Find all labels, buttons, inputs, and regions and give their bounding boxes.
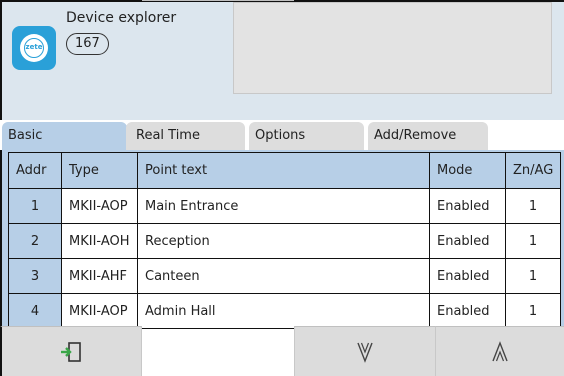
cell-zone: 1 <box>505 223 561 259</box>
column-header-addr[interactable]: Addr <box>8 152 62 189</box>
table-row[interactable]: 1 MKII-AOP Main Entrance Enabled 1 <box>8 188 561 224</box>
cell-zone: 1 <box>505 293 561 329</box>
chevron-up-icon <box>492 340 508 361</box>
scroll-down-button[interactable] <box>294 326 436 376</box>
cell-mode: Enabled <box>429 258 506 294</box>
cell-point-text: Reception <box>137 223 430 259</box>
cell-point-text: Main Entrance <box>137 188 430 224</box>
cell-type: MKII-AOP <box>61 188 138 224</box>
cell-mode: Enabled <box>429 188 506 224</box>
table-header-row: Addr Type Point text Mode Zn/AG <box>8 152 561 189</box>
exit-door-icon <box>60 341 81 362</box>
column-header-zone[interactable]: Zn/AG <box>505 152 561 189</box>
device-points-table: Addr Type Point text Mode Zn/AG 1 MKII-A… <box>8 152 561 329</box>
page-title: Device explorer <box>66 10 177 26</box>
cell-type: MKII-AOP <box>61 293 138 329</box>
cell-type: MKII-AOH <box>61 223 138 259</box>
cell-mode: Enabled <box>429 223 506 259</box>
column-header-point-text[interactable]: Point text <box>137 152 430 189</box>
table-row[interactable]: 4 MKII-AOP Admin Hall Enabled 1 <box>8 293 561 329</box>
cell-addr: 3 <box>8 258 62 294</box>
device-explorer-app-icon: zete <box>12 26 56 70</box>
cell-addr: 4 <box>8 293 62 329</box>
exit-button[interactable] <box>0 326 142 376</box>
cell-mode: Enabled <box>429 293 506 329</box>
device-count-badge: 167 <box>66 33 109 55</box>
scroll-up-button[interactable] <box>436 326 564 376</box>
cell-type: MKII-AHF <box>61 258 138 294</box>
toolbar-spacer <box>142 0 294 1</box>
cell-addr: 1 <box>8 188 62 224</box>
tab-basic[interactable]: Basic <box>2 122 127 150</box>
cell-addr: 2 <box>8 223 62 259</box>
table-row[interactable]: 2 MKII-AOH Reception Enabled 1 <box>8 223 561 259</box>
app-icon-logo-text: zete <box>25 43 43 51</box>
table-row[interactable]: 3 MKII-AHF Canteen Enabled 1 <box>8 258 561 294</box>
info-display-box <box>233 2 552 94</box>
cell-point-text: Canteen <box>137 258 430 294</box>
column-header-type[interactable]: Type <box>61 152 138 189</box>
tab-add-remove[interactable]: Add/Remove <box>368 122 488 150</box>
chevron-down-icon <box>357 342 373 363</box>
cell-zone: 1 <box>505 258 561 294</box>
cell-point-text: Admin Hall <box>137 293 430 329</box>
tab-options[interactable]: Options <box>249 122 364 150</box>
column-header-mode[interactable]: Mode <box>429 152 506 189</box>
cell-zone: 1 <box>505 188 561 224</box>
tab-real-time[interactable]: Real Time <box>126 122 245 150</box>
